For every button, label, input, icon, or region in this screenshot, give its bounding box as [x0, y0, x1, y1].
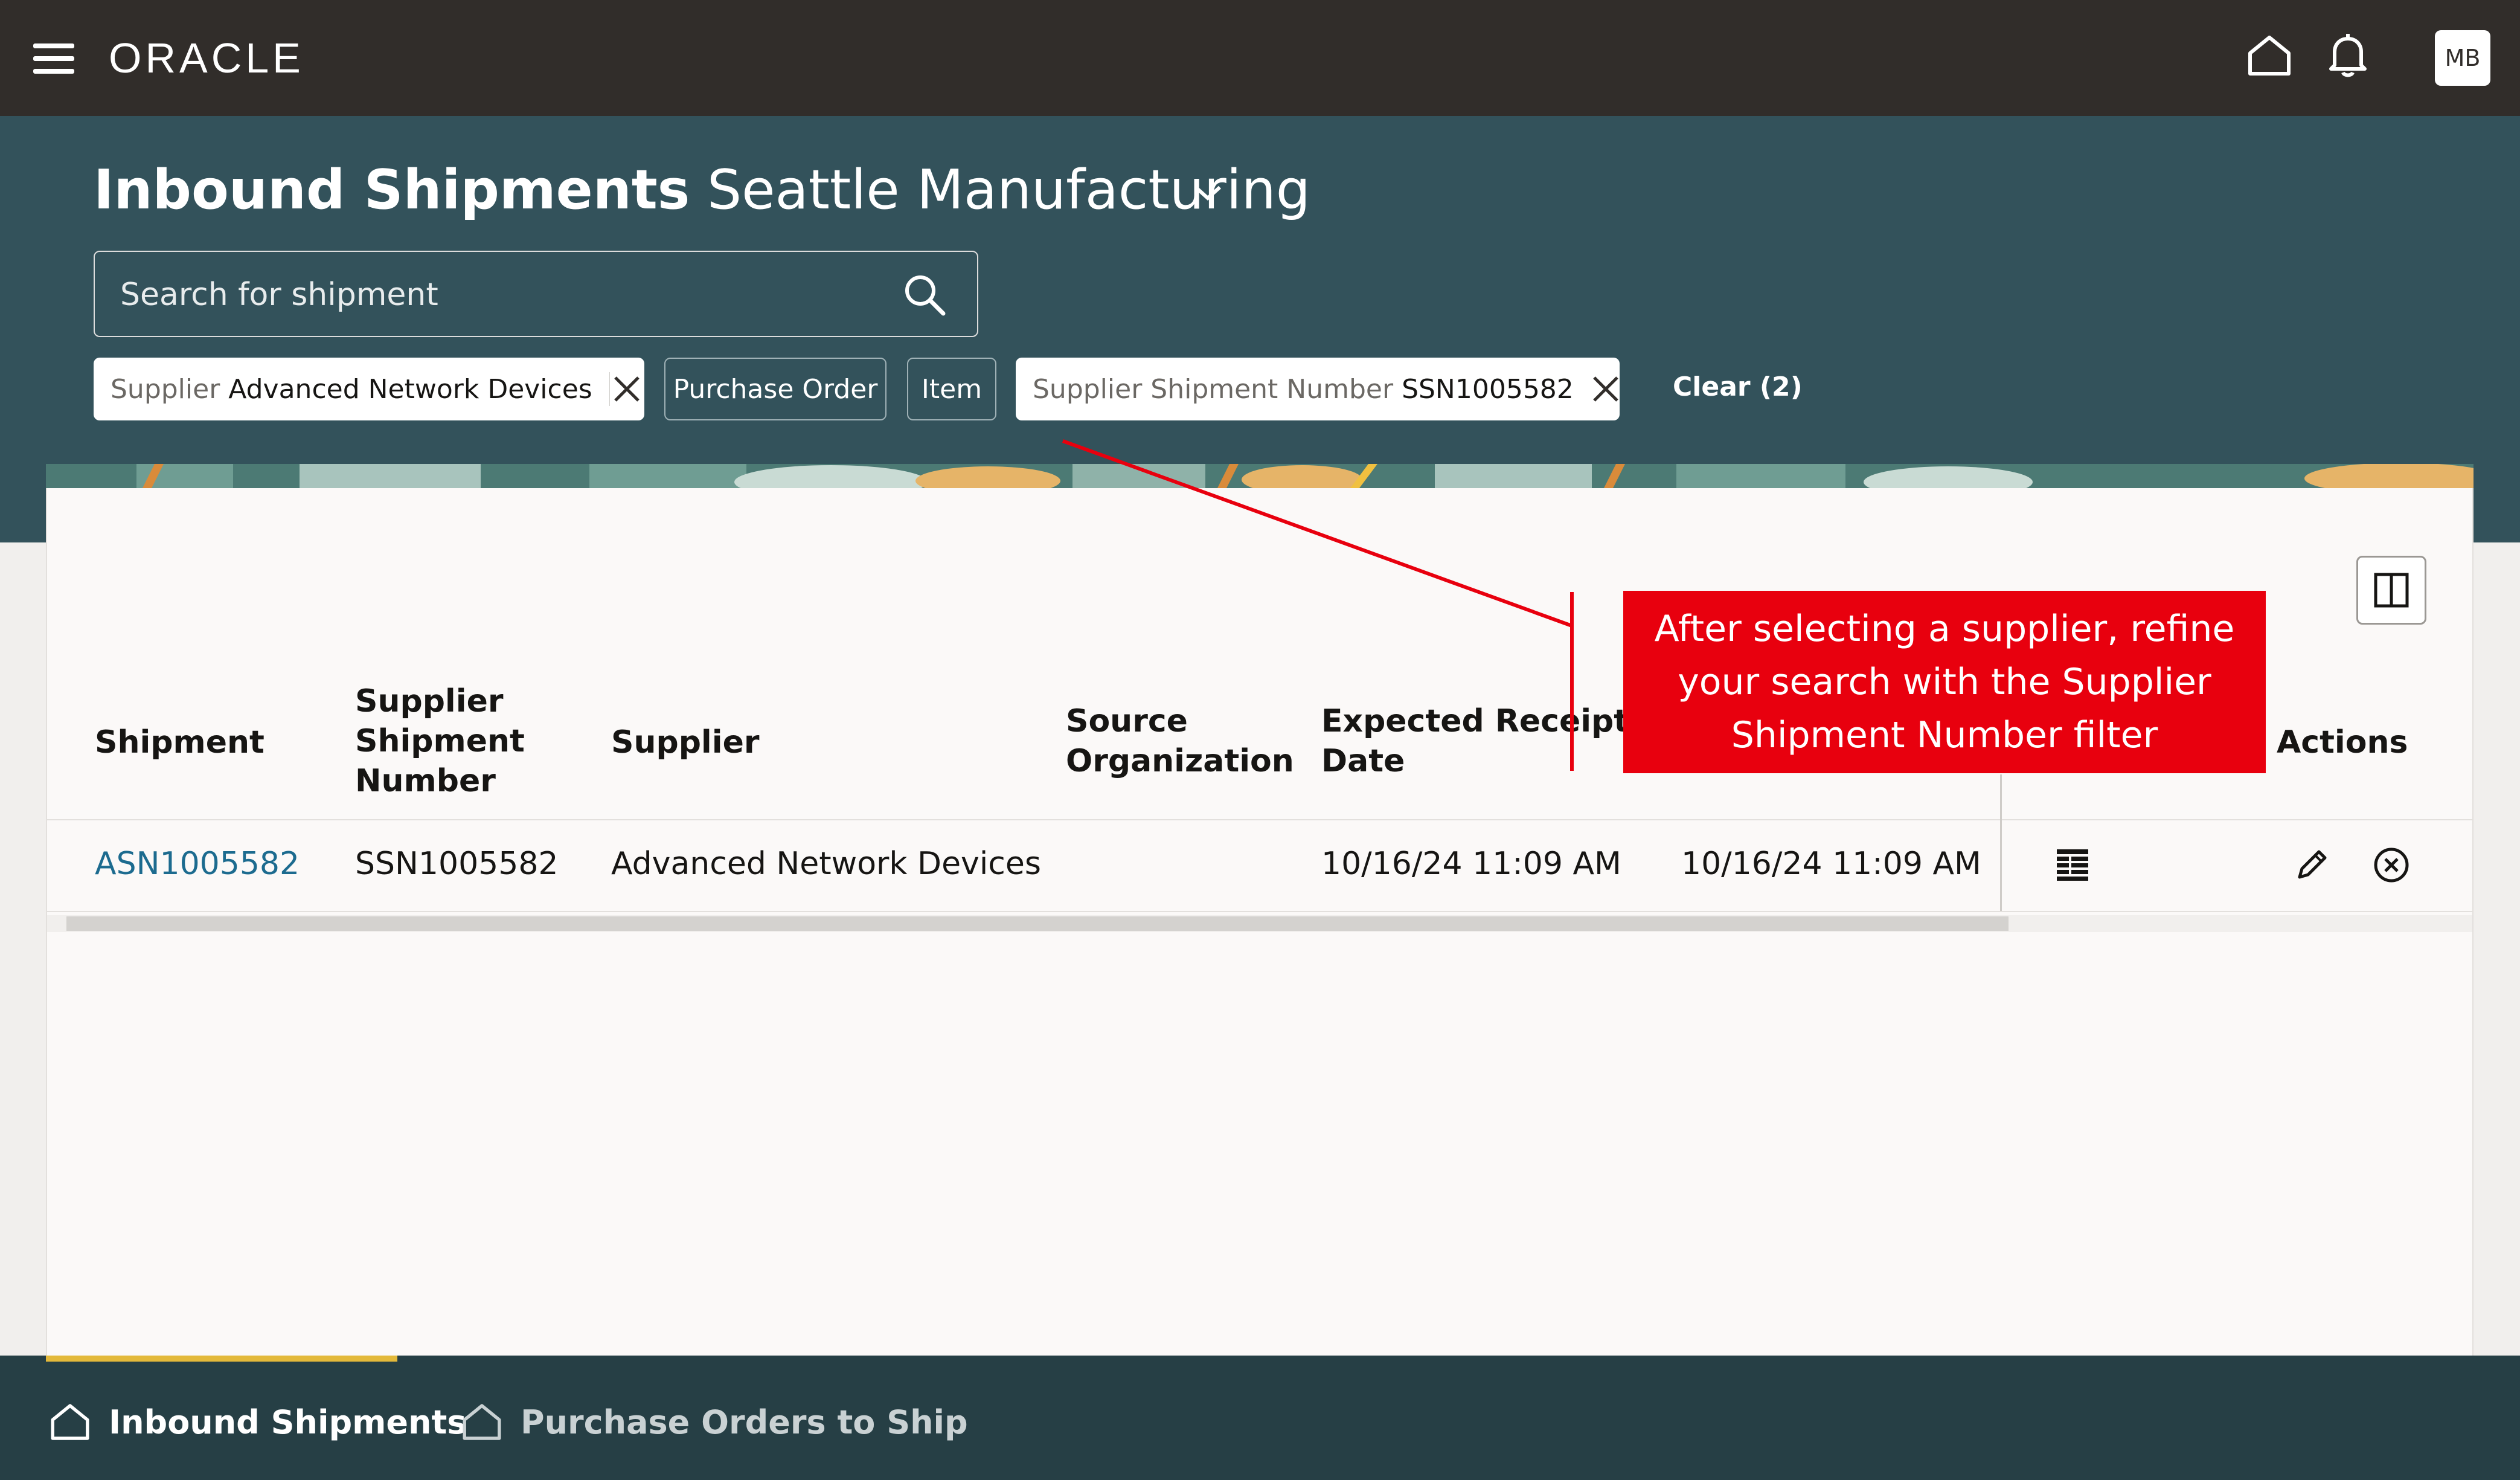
row-divider — [47, 911, 2472, 912]
header-divider — [47, 819, 2472, 820]
filter-chip-item[interactable]: Item — [907, 358, 996, 420]
header-line: Source — [1066, 703, 1188, 739]
filter-chip-purchase-order[interactable]: Purchase Order — [664, 358, 886, 420]
cancel-circle-x-icon[interactable] — [2372, 846, 2411, 884]
hamburger-menu-icon[interactable] — [33, 43, 74, 74]
column-header-expected-receipt-date[interactable]: Expected Receipt Date — [1321, 701, 1629, 781]
chevron-down-icon[interactable] — [1190, 181, 1226, 205]
filter-key: Supplier Shipment Number — [1033, 373, 1394, 405]
column-settings-button[interactable] — [2356, 556, 2426, 625]
shipment-link[interactable]: ASN1005582 — [95, 846, 300, 882]
horizontal-scrollbar-thumb[interactable] — [66, 916, 2009, 931]
column-header-supplier[interactable]: Supplier — [611, 722, 759, 762]
top-bar: ORACLE MB — [0, 0, 2520, 116]
filter-value: Advanced Network Devices — [228, 373, 592, 405]
cell-shipped-date: 10/16/24 11:09 AM — [1681, 846, 1981, 882]
callout-box: After selecting a supplier, refine your … — [1623, 591, 2266, 773]
nav-tab-inbound-shipments[interactable]: Inbound Shipments — [48, 1400, 466, 1444]
active-tab-indicator — [46, 1356, 397, 1362]
search-icon[interactable] — [902, 272, 948, 318]
remove-filter-close-icon[interactable] — [1591, 374, 1621, 404]
edit-pencil-icon[interactable] — [2292, 846, 2331, 884]
header-line: Date — [1321, 743, 1405, 779]
header-line: Supplier — [355, 683, 504, 719]
frozen-column-divider — [2000, 774, 2002, 912]
shipment-lines-icon[interactable] — [2053, 846, 2092, 884]
home-icon[interactable] — [2245, 31, 2294, 80]
filter-value: SSN1005582 — [1402, 373, 1574, 405]
column-header-actions: Actions — [2277, 724, 2408, 761]
shipment-search — [94, 251, 978, 337]
filter-key: Supplier — [111, 373, 220, 405]
page-title-text: Inbound Shipments — [94, 158, 690, 222]
nav-tab-purchase-orders-to-ship[interactable]: Purchase Orders to Ship — [460, 1400, 968, 1444]
filter-chip-supplier[interactable]: Supplier Advanced Network Devices — [94, 358, 644, 420]
remove-filter-close-icon[interactable] — [610, 374, 644, 404]
page-title: Inbound Shipments Seattle Manufacturing — [94, 158, 1310, 222]
user-avatar[interactable]: MB — [2435, 30, 2490, 86]
home-icon — [51, 1404, 89, 1440]
cell-expected-receipt-date: 10/16/24 11:09 AM — [1321, 846, 1621, 882]
header-line: Expected Receipt — [1321, 703, 1629, 739]
columns-icon — [2374, 573, 2409, 608]
header-line: Number — [355, 763, 496, 799]
column-header-shipment[interactable]: Shipment — [95, 722, 265, 762]
header-line: Shipment — [355, 723, 525, 759]
decorative-banner — [46, 464, 2474, 488]
column-header-supplier-shipment-number[interactable]: Supplier Shipment Number — [355, 681, 525, 801]
column-header-source-organization[interactable]: Source Organization — [1066, 701, 1294, 781]
oracle-logo: ORACLE — [109, 34, 304, 82]
nav-tab-label: Inbound Shipments — [109, 1403, 467, 1441]
notifications-bell-icon[interactable] — [2324, 31, 2372, 80]
cell-supplier: Advanced Network Devices — [611, 846, 1041, 882]
nav-tab-label: Purchase Orders to Ship — [521, 1403, 968, 1441]
clear-filters-link[interactable]: Clear (2) — [1673, 372, 1803, 402]
search-input[interactable] — [119, 252, 894, 337]
cell-supplier-shipment-number: SSN1005582 — [355, 846, 559, 882]
home-icon — [463, 1404, 501, 1440]
header-line: Organization — [1066, 743, 1294, 779]
filter-chip-supplier-shipment-number[interactable]: Supplier Shipment Number SSN1005582 — [1016, 358, 1620, 420]
